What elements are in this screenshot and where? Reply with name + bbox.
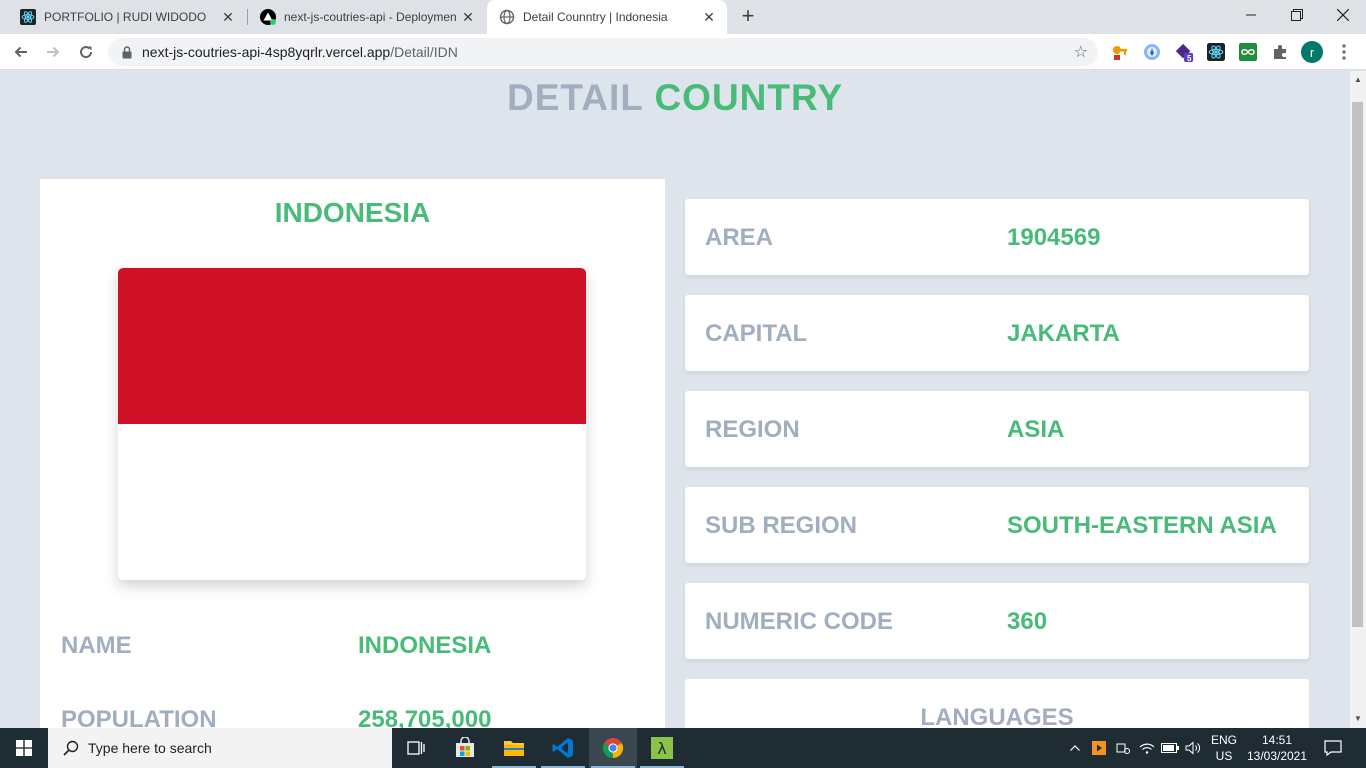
infinity-extension-icon[interactable] xyxy=(1238,42,1258,62)
menu-kebab-icon[interactable] xyxy=(1334,42,1354,62)
shield-extension-icon[interactable] xyxy=(1142,42,1162,62)
languages-card: LANGUAGES xyxy=(685,679,1309,728)
info-value: 258,705,000 xyxy=(358,706,492,728)
microsoft-store-icon[interactable] xyxy=(441,728,489,768)
stat-value: ASIA xyxy=(1007,416,1065,443)
reload-icon[interactable] xyxy=(74,40,98,64)
heading-detail: DETAIL xyxy=(506,77,644,118)
diamond-extension-icon[interactable]: 5 xyxy=(1174,42,1194,63)
address-bar[interactable]: next-js-coutries-api-4sp8yqrlr.vercel.ap… xyxy=(108,38,1098,66)
tab-detail-country[interactable]: Detail Counntry | Indonesia ✕ xyxy=(487,0,727,34)
tab-close-icon[interactable]: ✕ xyxy=(220,9,236,25)
puzzle-extensions-icon[interactable] xyxy=(1270,42,1290,62)
url-host: next-js-coutries-api-4sp8yqrlr.vercel.ap… xyxy=(142,44,391,60)
language-region: US xyxy=(1215,749,1233,763)
url-path: /Detail/IDN xyxy=(390,44,458,60)
stat-label: CAPITAL xyxy=(705,320,808,347)
notification-center-icon[interactable] xyxy=(1320,728,1346,768)
windows-start-icon[interactable] xyxy=(0,728,48,768)
stat-card-region: REGION ASIA xyxy=(685,391,1309,467)
languages-label: LANGUAGES xyxy=(920,704,1074,728)
network-device-icon[interactable] xyxy=(1114,728,1132,768)
minimize-icon[interactable] xyxy=(1228,0,1274,30)
stat-label: NUMERIC CODE xyxy=(705,608,894,635)
lock-icon[interactable] xyxy=(120,45,134,59)
tab-portfolio[interactable]: PORTFOLIO | RUDI WIDODO ✕ xyxy=(8,0,246,34)
page-heading: DETAIL COUNTRY xyxy=(0,77,1350,119)
country-card: INDONESIA NAME INDONESIA POPULATION 258,… xyxy=(40,179,665,728)
svg-text:λ: λ xyxy=(657,739,666,758)
tab-close-icon[interactable]: ✕ xyxy=(460,9,476,25)
lambda-terminal-icon[interactable]: λ xyxy=(638,728,686,768)
volume-icon[interactable] xyxy=(1184,728,1202,768)
stat-card-area: AREA 1904569 xyxy=(685,199,1309,275)
react-devtools-icon[interactable] xyxy=(1206,42,1226,62)
bookmark-star-icon[interactable]: ☆ xyxy=(1074,42,1088,62)
file-explorer-icon[interactable] xyxy=(490,728,538,768)
vscode-icon[interactable] xyxy=(539,728,587,768)
battery-icon[interactable] xyxy=(1160,728,1180,768)
stat-value: SOUTH-EASTERN ASIA xyxy=(1007,512,1277,539)
info-row-population: POPULATION 258,705,000 xyxy=(40,706,665,728)
task-view-icon[interactable] xyxy=(392,728,440,768)
info-label: NAME xyxy=(61,632,132,659)
scroll-up-arrow-icon[interactable]: ▲ xyxy=(1350,73,1366,87)
tab-vercel-deployment[interactable]: next-js-coutries-api - Deploymen ✕ xyxy=(248,0,486,34)
browser-toolbar: next-js-coutries-api-4sp8yqrlr.vercel.ap… xyxy=(0,34,1366,70)
key-extension-icon[interactable] xyxy=(1110,42,1130,62)
stat-card-numeric-code: NUMERIC CODE 360 xyxy=(685,583,1309,659)
language-code: ENG xyxy=(1210,733,1237,747)
stat-value: 360 xyxy=(1007,608,1048,635)
country-flag xyxy=(118,268,586,580)
back-arrow-icon[interactable] xyxy=(9,40,33,64)
page-content: DETAIL COUNTRY INDONESIA NAME INDONESIA … xyxy=(0,71,1350,728)
extension-badge: 5 xyxy=(1187,54,1192,63)
search-icon xyxy=(62,739,80,757)
restore-icon[interactable] xyxy=(1274,0,1320,30)
flag-red-band xyxy=(118,268,586,424)
scroll-down-arrow-icon[interactable]: ▼ xyxy=(1350,712,1366,726)
url-text: next-js-coutries-api-4sp8yqrlr.vercel.ap… xyxy=(142,44,458,60)
input-language[interactable]: ENG US xyxy=(1208,732,1240,764)
profile-avatar[interactable]: r xyxy=(1301,41,1323,63)
taskbar-search[interactable]: Type here to search xyxy=(48,728,392,768)
stat-label: AREA xyxy=(705,224,774,251)
forward-arrow-icon[interactable] xyxy=(41,40,65,64)
stat-card-capital: CAPITAL JAKARTA xyxy=(685,295,1309,371)
chrome-icon[interactable] xyxy=(589,728,637,768)
clock-date: 13/03/2021 xyxy=(1246,749,1308,763)
close-window-icon[interactable] xyxy=(1320,0,1366,30)
info-label: POPULATION xyxy=(61,706,217,728)
search-placeholder: Type here to search xyxy=(88,740,212,756)
info-value: INDONESIA xyxy=(358,632,492,659)
vercel-icon xyxy=(260,9,276,25)
globe-icon xyxy=(499,9,515,25)
tab-close-icon[interactable]: ✕ xyxy=(701,9,717,25)
show-hidden-icons-icon[interactable] xyxy=(1066,728,1084,768)
tab-title: PORTFOLIO | RUDI WIDODO xyxy=(44,10,207,24)
scrollbar-thumb[interactable] xyxy=(1352,102,1363,627)
wifi-icon[interactable] xyxy=(1138,728,1156,768)
stat-value: JAKARTA xyxy=(1007,320,1120,347)
tab-title: next-js-coutries-api - Deploymen xyxy=(284,10,457,24)
windows-taskbar: Type here to search λ ENG US 14:51 13/03… xyxy=(0,728,1366,768)
new-tab-icon[interactable]: + xyxy=(736,4,760,28)
browser-tab-strip: PORTFOLIO | RUDI WIDODO ✕ next-js-coutri… xyxy=(0,0,1366,34)
media-tray-icon[interactable] xyxy=(1090,728,1108,768)
flag-white-band xyxy=(118,424,586,580)
stat-value: 1904569 xyxy=(1007,224,1101,251)
stat-label: REGION xyxy=(705,416,800,443)
stat-label: SUB REGION xyxy=(705,512,858,539)
react-icon xyxy=(20,9,36,25)
country-title: INDONESIA xyxy=(274,197,431,228)
stat-card-sub-region: SUB REGION SOUTH-EASTERN ASIA xyxy=(685,487,1309,563)
system-clock[interactable]: 14:51 13/03/2021 xyxy=(1246,732,1308,764)
clock-time: 14:51 xyxy=(1261,733,1293,747)
info-row-name: NAME INDONESIA xyxy=(40,632,665,672)
tab-title: Detail Counntry | Indonesia xyxy=(523,10,668,24)
heading-country: COUNTRY xyxy=(654,77,844,118)
page-scrollbar[interactable]: ▲ ▼ xyxy=(1350,71,1366,728)
